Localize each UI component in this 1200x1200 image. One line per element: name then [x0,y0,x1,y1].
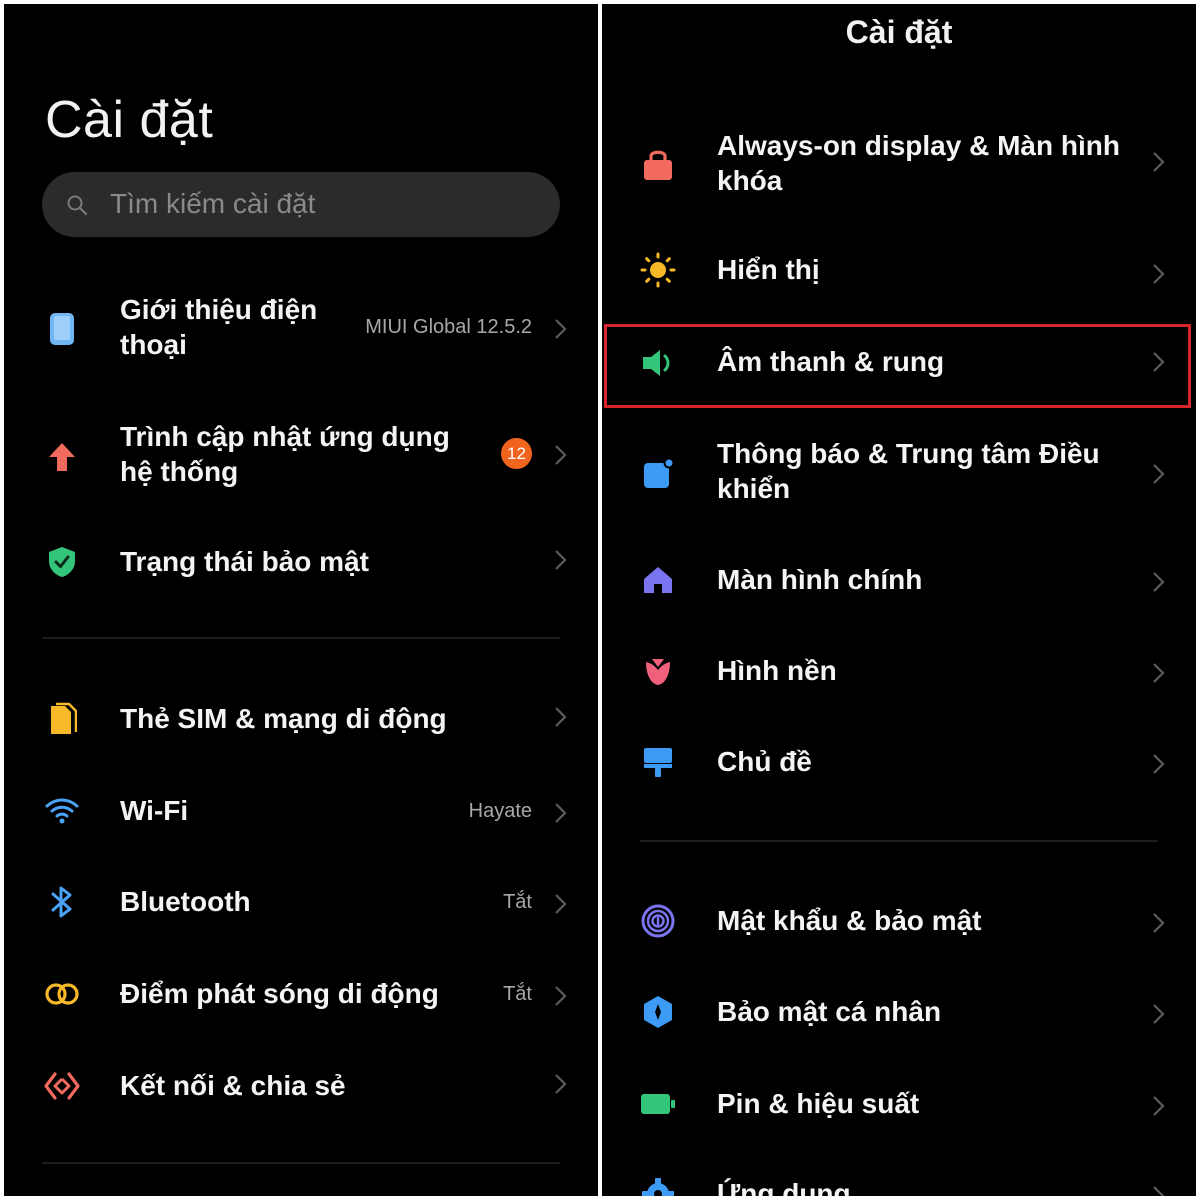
settings-item-label: Kết nối & chia sẻ [120,1070,346,1101]
chevron-right-icon [1153,1186,1165,1196]
chevron-right-icon [555,445,567,465]
theme-brush-icon [638,742,678,782]
settings-panel-right: Cài đặt Always-on display & Màn hình khó… [602,4,1196,1196]
settings-item-connection-sharing[interactable]: Kết nối & chia sẻ [4,1046,598,1126]
chevron-right-icon [555,803,567,823]
chevron-right-icon [1153,1004,1165,1024]
section-divider [42,1162,560,1164]
settings-item-security-status[interactable]: Trạng thái bảo mật [4,524,598,604]
sim-card-icon [42,699,82,739]
settings-item-label: Ứng dụng [717,1178,851,1196]
bluetooth-icon [42,882,82,922]
home-icon [638,560,678,600]
settings-item-themes[interactable]: Chủ đề [602,722,1196,802]
section-divider [640,840,1158,842]
page-title: Cài đặt [845,14,953,50]
settings-item-sim-mobile-network[interactable]: Thẻ SIM & mạng di động [4,679,598,759]
settings-item-label: Màn hình chính [717,564,923,595]
settings-item-wifi[interactable]: Wi-Fi Hayate [4,771,598,851]
settings-item-about-phone[interactable]: Giới thiệu điện thoại MIUI Global 12.5.2 [4,274,598,384]
connection-share-icon [42,1066,82,1106]
settings-item-label: Trình cập nhật ứng dụng hệ thống [120,421,450,487]
chevron-right-icon [555,550,567,570]
settings-item-label: Bluetooth [120,886,251,917]
chevron-right-icon [1153,572,1165,592]
shield-check-icon [42,542,82,582]
settings-item-label: Mật khẩu & bảo mật [717,905,982,936]
chevron-right-icon [1153,754,1165,774]
settings-item-label: Trạng thái bảo mật [120,546,369,577]
search-input[interactable]: Tìm kiếm cài đặt [110,188,315,220]
settings-item-passwords-security[interactable]: Mật khẩu & bảo mật [602,881,1196,961]
settings-item-bluetooth[interactable]: Bluetooth Tắt [4,862,598,942]
lock-icon [638,144,678,184]
wifi-icon [42,791,82,831]
settings-item-label: Điểm phát sóng di động [120,978,439,1009]
privacy-icon [638,992,678,1032]
page-title: Cài đặt [45,91,214,149]
fingerprint-icon [638,901,678,941]
chevron-right-icon [555,707,567,727]
settings-item-label: Pin & hiệu suất [717,1088,920,1119]
settings-item-battery-performance[interactable]: Pin & hiệu suất [602,1064,1196,1144]
chevron-right-icon [555,319,567,339]
settings-item-display[interactable]: Hiển thị [602,230,1196,310]
settings-item-wallpaper[interactable]: Hình nền [602,631,1196,711]
settings-item-mobile-hotspot[interactable]: Điểm phát sóng di động Tắt [4,954,598,1034]
settings-item-label: Bảo mật cá nhân [717,996,942,1027]
chevron-right-icon [555,986,567,1006]
highlight-box [604,324,1191,408]
settings-item-value: Tắt [503,891,532,913]
chevron-right-icon [1153,464,1165,484]
sun-icon [638,250,678,290]
phone-icon [42,309,82,349]
settings-panel-left: Cài đặt Tìm kiếm cài đặt Giới thiệu điện… [4,4,598,1196]
settings-item-value: MIUI Global 12.5.2 [365,316,532,338]
hotspot-icon [42,974,82,1014]
gear-icon [638,1174,678,1196]
settings-item-system-app-updater[interactable]: Trình cập nhật ứng dụng hệ thống 12 [4,401,598,511]
settings-item-label: Thông báo & Trung tâm Điều khiển [717,438,1100,504]
settings-item-label: Hình nền [717,655,837,686]
chevron-right-icon [1153,663,1165,683]
chevron-right-icon [555,1074,567,1094]
settings-item-value: Tắt [503,983,532,1005]
update-count-badge: 12 [501,438,532,469]
chevron-right-icon [1153,1096,1165,1116]
settings-item-home-screen[interactable]: Màn hình chính [602,540,1196,620]
settings-item-label: Wi-Fi [120,795,189,826]
chevron-right-icon [1153,913,1165,933]
settings-item-privacy[interactable]: Bảo mật cá nhân [602,972,1196,1052]
settings-item-label: Chủ đề [717,746,812,777]
settings-item-notifications-control-center[interactable]: Thông báo & Trung tâm Điều khiển [602,422,1196,527]
battery-icon [638,1084,678,1124]
wallpaper-flower-icon [638,651,678,691]
chevron-right-icon [1153,264,1165,284]
settings-item-label: Always-on display & Màn hình khóa [717,130,1120,196]
settings-item-apps[interactable]: Ứng dụng [602,1154,1196,1196]
arrow-up-icon [42,437,82,477]
settings-item-label: Giới thiệu điện thoại [120,294,318,360]
chevron-right-icon [555,894,567,914]
settings-item-value: Hayate [468,800,532,822]
search-icon [66,194,88,221]
search-bar[interactable]: Tìm kiếm cài đặt [42,172,560,237]
chevron-right-icon [1153,152,1165,172]
settings-item-label: Hiển thị [717,254,820,285]
settings-item-lock-screen[interactable]: Always-on display & Màn hình khóa [602,114,1196,214]
section-divider [42,637,560,639]
settings-item-label: Thẻ SIM & mạng di động [120,703,447,734]
notification-icon [638,454,678,494]
